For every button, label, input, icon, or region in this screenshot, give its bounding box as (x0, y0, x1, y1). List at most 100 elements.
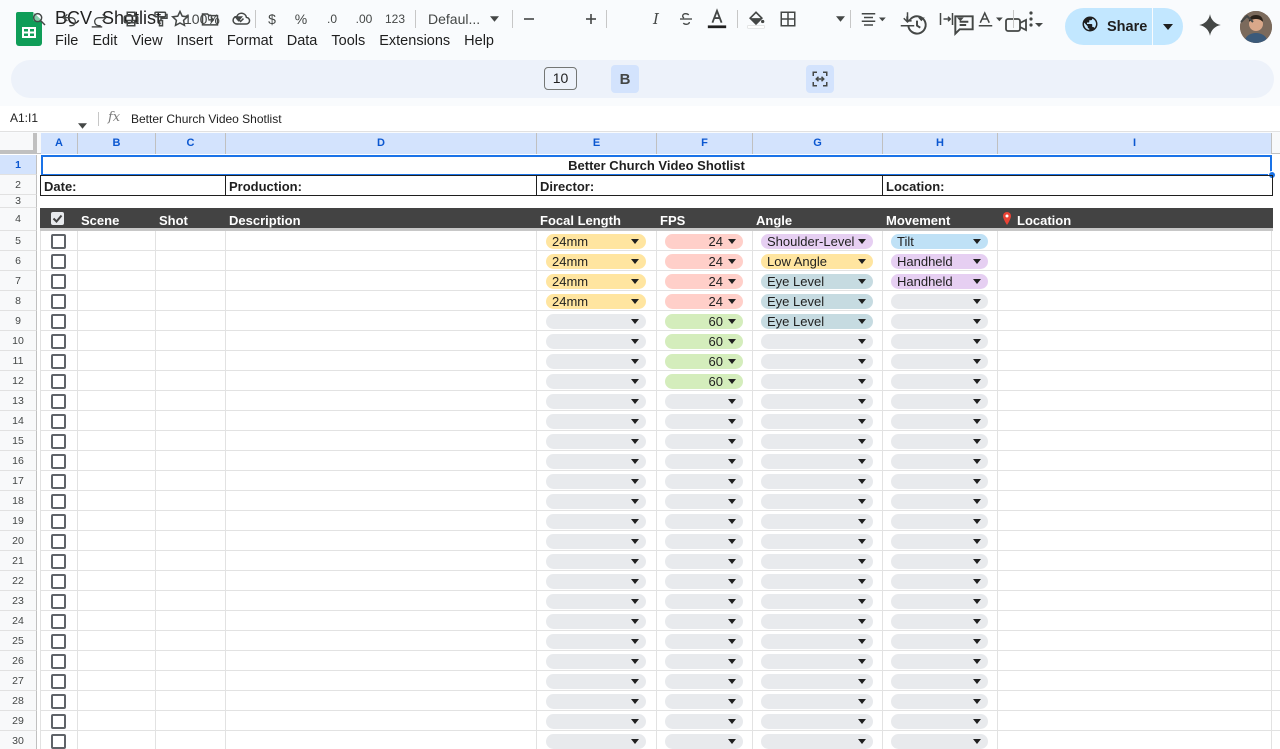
share-options-caret[interactable] (1153, 8, 1183, 45)
angle-dropdown[interactable] (761, 574, 873, 589)
angle-dropdown[interactable] (761, 394, 873, 409)
fps-dropdown[interactable] (665, 594, 743, 609)
column-header-c[interactable]: C (156, 133, 226, 154)
angle-dropdown[interactable] (761, 654, 873, 669)
gemini-spark-icon[interactable] (1197, 12, 1225, 40)
column-header-d[interactable]: D (226, 133, 537, 154)
menu-edit[interactable]: Edit (85, 31, 124, 51)
row-checkbox[interactable] (51, 394, 66, 409)
menu-view[interactable]: View (124, 31, 169, 51)
row-checkbox[interactable] (51, 514, 66, 529)
name-box-chevron-icon[interactable] (78, 116, 87, 134)
movement-dropdown[interactable] (891, 594, 988, 609)
focal-length-dropdown[interactable] (546, 714, 646, 729)
fps-dropdown[interactable]: 60 (665, 374, 743, 389)
fps-dropdown[interactable]: 24 (665, 294, 743, 309)
movement-dropdown[interactable] (891, 714, 988, 729)
movement-dropdown[interactable] (891, 414, 988, 429)
row-header-29[interactable]: 29 (0, 711, 37, 731)
row-checkbox[interactable] (51, 634, 66, 649)
focal-length-dropdown[interactable] (546, 634, 646, 649)
movement-dropdown[interactable] (891, 574, 988, 589)
row-header-6[interactable]: 6 (0, 251, 37, 271)
focal-length-dropdown[interactable] (546, 474, 646, 489)
more-formats-button[interactable]: 123 (383, 7, 407, 31)
focal-length-dropdown[interactable] (546, 414, 646, 429)
focal-length-dropdown[interactable] (546, 654, 646, 669)
fps-dropdown[interactable]: 60 (665, 314, 743, 329)
movement-dropdown[interactable] (891, 294, 988, 309)
angle-dropdown[interactable]: Eye Level (761, 274, 873, 289)
formula-input[interactable]: Better Church Video Shotlist (131, 112, 282, 126)
name-box[interactable]: A1:I1 (10, 111, 38, 125)
fps-dropdown[interactable] (665, 674, 743, 689)
row-header-5[interactable]: 5 (0, 231, 37, 251)
borders-icon[interactable] (777, 7, 799, 31)
row-checkbox[interactable] (51, 454, 66, 469)
angle-dropdown[interactable]: Shoulder-Level (761, 234, 873, 249)
row-checkbox[interactable] (51, 234, 66, 249)
fps-dropdown[interactable]: 24 (665, 274, 743, 289)
spreadsheet-grid[interactable]: ABCDEFGHI 1 2 3 4 5 6 7 8 9 10 11 12 13 14 15 16 17 18 19 2… (0, 133, 1280, 749)
row-header-3[interactable]: 3 (0, 195, 37, 208)
select-all-corner[interactable] (0, 133, 37, 154)
angle-dropdown[interactable] (761, 454, 873, 469)
undo-icon[interactable] (60, 7, 80, 31)
focal-length-dropdown[interactable] (546, 334, 646, 349)
row-header-26[interactable]: 26 (0, 651, 37, 671)
movement-dropdown[interactable] (891, 634, 988, 649)
column-header-a[interactable]: A (41, 133, 78, 154)
row-header-7[interactable]: 7 (0, 271, 37, 291)
row-header-25[interactable]: 25 (0, 631, 37, 651)
movement-dropdown[interactable] (891, 354, 988, 369)
row-checkbox[interactable] (51, 594, 66, 609)
angle-dropdown[interactable] (761, 354, 873, 369)
movement-dropdown[interactable] (891, 334, 988, 349)
movement-dropdown[interactable] (891, 694, 988, 709)
angle-dropdown[interactable] (761, 514, 873, 529)
row-checkbox[interactable] (51, 274, 66, 289)
text-wrapping-icon[interactable] (934, 7, 968, 31)
focal-length-dropdown[interactable] (546, 614, 646, 629)
paint-format-icon[interactable] (150, 7, 172, 31)
angle-dropdown[interactable] (761, 614, 873, 629)
row-checkbox[interactable] (51, 694, 66, 709)
percent-format-button[interactable]: % (292, 7, 310, 31)
text-color-icon[interactable] (705, 7, 729, 31)
angle-dropdown[interactable]: Low Angle (761, 254, 873, 269)
focal-length-dropdown[interactable]: 24mm (546, 234, 646, 249)
focal-length-dropdown[interactable]: 24mm (546, 254, 646, 269)
row-checkbox[interactable] (51, 654, 66, 669)
angle-dropdown[interactable] (761, 714, 873, 729)
movement-dropdown[interactable] (891, 654, 988, 669)
row-header-24[interactable]: 24 (0, 611, 37, 631)
focal-length-dropdown[interactable] (546, 374, 646, 389)
focal-length-dropdown[interactable] (546, 554, 646, 569)
fps-dropdown[interactable]: 60 (665, 334, 743, 349)
movement-dropdown[interactable] (891, 534, 988, 549)
movement-dropdown[interactable]: Handheld (891, 254, 988, 269)
row-checkbox[interactable] (51, 534, 66, 549)
column-header-h[interactable]: H (883, 133, 998, 154)
header-check-icon[interactable] (51, 212, 64, 225)
bold-button[interactable]: B (611, 65, 639, 93)
angle-dropdown[interactable] (761, 494, 873, 509)
row-checkbox[interactable] (51, 494, 66, 509)
column-header-e[interactable]: E (537, 133, 657, 154)
menu-file[interactable]: File (48, 31, 85, 51)
focal-length-dropdown[interactable] (546, 354, 646, 369)
angle-dropdown[interactable] (761, 634, 873, 649)
fps-dropdown[interactable]: 24 (665, 254, 743, 269)
movement-dropdown[interactable] (891, 394, 988, 409)
row-header-19[interactable]: 19 (0, 511, 37, 531)
angle-dropdown[interactable] (761, 434, 873, 449)
focal-length-dropdown[interactable]: 24mm (546, 274, 646, 289)
angle-dropdown[interactable] (761, 474, 873, 489)
row-header-23[interactable]: 23 (0, 591, 37, 611)
row-header-12[interactable]: 12 (0, 371, 37, 391)
decrease-decimal-button[interactable]: .0 (321, 7, 343, 31)
column-header-g[interactable]: G (753, 133, 883, 154)
increase-decimal-button[interactable]: .00 (352, 7, 376, 31)
row-checkbox[interactable] (51, 414, 66, 429)
row-header-18[interactable]: 18 (0, 491, 37, 511)
